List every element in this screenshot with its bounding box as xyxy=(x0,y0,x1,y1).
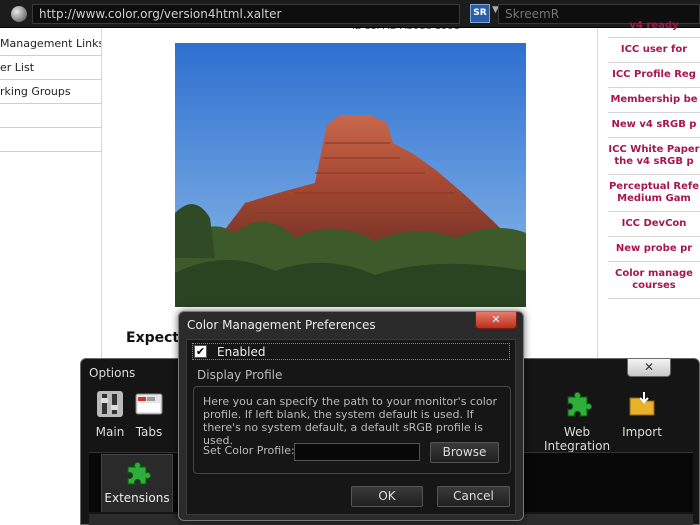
toolbar-import-button[interactable]: Import xyxy=(607,389,677,439)
address-bar[interactable]: http://www.color.org/version4html.xalter xyxy=(32,4,460,24)
left-nav-item[interactable]: Management Links xyxy=(0,32,101,56)
toolbar-web-integration-label: Web Integration xyxy=(543,425,611,453)
right-nav-link[interactable]: v4 ready xyxy=(608,21,700,38)
extensions-tab[interactable]: Extensions xyxy=(101,454,173,512)
right-nav-link[interactable]: ICC White Paper the v4 sRGB p xyxy=(608,138,700,175)
sample-photo-red-rock xyxy=(175,43,526,307)
dialog-body: ✔ Enabled Display Profile Here you can s… xyxy=(186,339,516,515)
ok-button[interactable]: OK xyxy=(351,486,423,507)
left-nav-item[interactable]: rking Groups xyxy=(0,80,101,104)
address-bar-url: http://www.color.org/version4html.xalter xyxy=(39,7,282,21)
options-title: Options xyxy=(89,366,136,380)
browse-button[interactable]: Browse xyxy=(430,442,499,463)
right-nav-link[interactable]: Membership be xyxy=(608,88,700,113)
left-nav-item[interactable]: er List xyxy=(0,56,101,80)
color-profile-label: Set Color Profile: xyxy=(203,444,295,457)
dialog-close-button[interactable]: ✕ xyxy=(475,312,517,329)
right-nav-link[interactable]: Color manage courses xyxy=(608,262,700,299)
right-nav-link[interactable]: New v4 sRGB p xyxy=(608,113,700,138)
browser-toolbar: http://www.color.org/version4html.xalter… xyxy=(0,0,700,28)
right-nav-link[interactable]: ICC user for xyxy=(608,38,700,63)
expected-heading: Expect xyxy=(126,330,180,346)
web-integration-puzzle-icon xyxy=(562,389,593,419)
color-management-dialog: Color Management Preferences ✕ ✔ Enabled… xyxy=(178,311,524,521)
toolbar-tabs-button[interactable]: Tabs xyxy=(114,389,184,439)
site-globe-icon xyxy=(11,6,27,22)
extensions-tab-label: Extensions xyxy=(104,491,170,505)
import-folder-icon xyxy=(627,389,657,419)
toolbar-tabs-label: Tabs xyxy=(135,425,163,439)
enabled-label: Enabled xyxy=(217,345,266,359)
search-placeholder: SkreemR xyxy=(505,7,560,21)
right-nav-link[interactable]: New probe pr xyxy=(608,237,700,262)
right-nav-link[interactable]: Perceptual Refe Medium Gam xyxy=(608,175,700,212)
right-nav-link[interactable]: ICC Profile Reg xyxy=(608,63,700,88)
toolbar-import-label: Import xyxy=(622,425,662,439)
right-nav-link[interactable]: ICC DevCon xyxy=(608,212,700,237)
cancel-button[interactable]: Cancel xyxy=(437,486,510,507)
search-engine-icon[interactable]: SR xyxy=(470,4,490,23)
display-profile-description: Here you can specify the path to your mo… xyxy=(203,395,498,447)
left-navigation: Management Links er List rking Groups xyxy=(0,32,101,152)
right-news-links: v4 ready ICC user for ICC Profile Reg Me… xyxy=(608,21,700,299)
color-profile-input[interactable] xyxy=(294,443,420,461)
left-nav-item[interactable] xyxy=(0,104,101,128)
enabled-checkbox-row[interactable]: ✔ Enabled xyxy=(192,343,510,360)
enabled-checkbox[interactable]: ✔ xyxy=(194,345,207,358)
dialog-title: Color Management Preferences xyxy=(187,318,376,332)
extensions-puzzle-icon xyxy=(123,460,152,488)
left-nav-item[interactable] xyxy=(0,128,101,152)
red-rock-landscape-image xyxy=(175,43,526,307)
display-profile-heading: Display Profile xyxy=(197,368,283,382)
options-close-button[interactable]: ✕ xyxy=(627,359,671,377)
tabs-icon xyxy=(134,389,164,419)
